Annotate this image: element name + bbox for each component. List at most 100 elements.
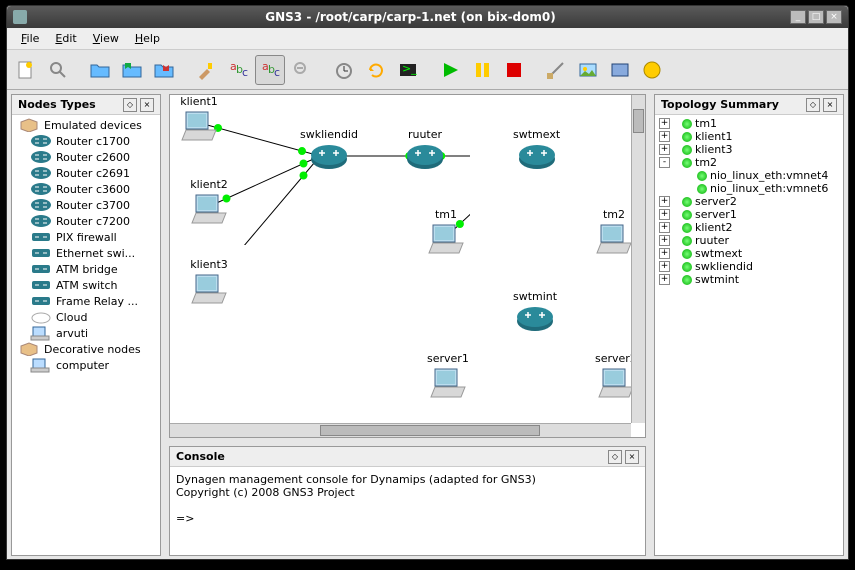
status-dot-icon xyxy=(697,184,707,194)
node-type-item[interactable]: PIX firewall xyxy=(28,229,158,245)
expand-toggle[interactable]: + xyxy=(659,222,670,233)
node-type-item[interactable]: Router c7200 xyxy=(28,213,158,229)
topology-item[interactable]: +klient2 xyxy=(657,221,841,234)
expand-toggle[interactable]: + xyxy=(659,131,670,142)
menu-bar: File Edit View Help xyxy=(7,28,848,50)
emulated-devices-category[interactable]: Emulated devices xyxy=(16,117,158,133)
expand-toggle[interactable]: + xyxy=(659,196,670,207)
decorative-nodes-category[interactable]: Decorative nodes xyxy=(16,341,158,357)
expand-toggle[interactable]: + xyxy=(659,261,670,272)
topology-child-item[interactable]: nio_linux_eth:vmnet6 xyxy=(695,182,841,195)
label-button[interactable]: abc xyxy=(223,55,253,85)
node-type-item[interactable]: computer xyxy=(28,357,158,373)
node-type-item[interactable]: Ethernet swi... xyxy=(28,245,158,261)
expand-toggle[interactable]: + xyxy=(659,118,670,129)
refresh-button[interactable] xyxy=(361,55,391,85)
topology-item[interactable]: +server1 xyxy=(657,208,841,221)
topology-item[interactable]: +tm1 xyxy=(657,117,841,130)
box-icon xyxy=(18,342,40,356)
node-type-item[interactable]: Router c1700 xyxy=(28,133,158,149)
circle-button[interactable] xyxy=(637,55,667,85)
rectangle-button[interactable] xyxy=(605,55,635,85)
new-file-button[interactable] xyxy=(11,55,41,85)
panel-detach-button[interactable]: ◇ xyxy=(123,98,137,112)
canvas-node-ruuter[interactable]: ruuter xyxy=(405,128,445,174)
topology-close-button[interactable]: × xyxy=(823,98,837,112)
canvas-scrollbar-horizontal[interactable] xyxy=(170,423,631,437)
canvas-node-klient3[interactable]: klient3 xyxy=(190,258,228,310)
node-label: tm1 xyxy=(435,208,457,221)
canvas-node-swtmint[interactable]: swtmint xyxy=(513,290,557,336)
node-type-item[interactable]: Frame Relay ... xyxy=(28,293,158,309)
canvas-node-swkliendid[interactable]: swkliendid xyxy=(300,128,358,174)
minimize-button[interactable]: _ xyxy=(790,10,806,24)
node-type-item[interactable]: Router c2600 xyxy=(28,149,158,165)
svg-text:c: c xyxy=(242,66,248,79)
node-type-item[interactable]: arvuti xyxy=(28,325,158,341)
maximize-button[interactable]: □ xyxy=(808,10,824,24)
topology-item[interactable]: +klient1 xyxy=(657,130,841,143)
pause-button[interactable] xyxy=(467,55,497,85)
pc-icon xyxy=(190,193,228,230)
node-type-item[interactable]: ATM bridge xyxy=(28,261,158,277)
stop-button[interactable] xyxy=(499,55,529,85)
topology-item[interactable]: +server2 xyxy=(657,195,841,208)
menu-edit[interactable]: Edit xyxy=(47,30,84,47)
console-close-button[interactable]: × xyxy=(625,450,639,464)
title-bar[interactable]: GNS3 - /root/carp/carp-1.net (on bix-dom… xyxy=(7,6,848,28)
open-button[interactable] xyxy=(85,55,115,85)
save-button[interactable] xyxy=(117,55,147,85)
topology-child-item[interactable]: nio_linux_eth:vmnet4 xyxy=(695,169,841,182)
node-label: klient1 xyxy=(180,95,218,108)
node-type-item[interactable]: ATM switch xyxy=(28,277,158,293)
play-button[interactable] xyxy=(435,55,465,85)
panel-close-button[interactable]: × xyxy=(140,98,154,112)
node-label: klient3 xyxy=(190,258,228,271)
zoom-button[interactable] xyxy=(43,55,73,85)
node-type-item[interactable]: Router c3700 xyxy=(28,197,158,213)
zoom-out-button[interactable] xyxy=(287,55,317,85)
status-dot-icon xyxy=(682,223,692,233)
expand-toggle[interactable]: + xyxy=(659,209,670,220)
topology-item[interactable]: +ruuter xyxy=(657,234,841,247)
canvas-node-tm2[interactable]: tm2 xyxy=(595,208,633,260)
topology-canvas[interactable]: klient1 klient2 klient3 swkliendid ruuter swt… xyxy=(169,94,646,438)
terminal-button[interactable]: >_ xyxy=(393,55,423,85)
atm-icon xyxy=(30,278,52,292)
topology-item[interactable]: +klient3 xyxy=(657,143,841,156)
canvas-node-swtmext[interactable]: swtmext xyxy=(513,128,560,174)
expand-toggle[interactable]: + xyxy=(659,274,670,285)
menu-file[interactable]: File xyxy=(13,30,47,47)
pc-icon xyxy=(595,223,633,260)
canvas-node-klient1[interactable]: klient1 xyxy=(180,95,218,147)
node-type-item[interactable]: Cloud xyxy=(28,309,158,325)
label-selected-button[interactable]: abc xyxy=(255,55,285,85)
expand-toggle[interactable]: - xyxy=(659,157,670,168)
brush-button[interactable] xyxy=(191,55,221,85)
export-button[interactable] xyxy=(149,55,179,85)
menu-view[interactable]: View xyxy=(85,30,127,47)
console-detach-button[interactable]: ◇ xyxy=(608,450,622,464)
draw-line-button[interactable] xyxy=(541,55,571,85)
node-type-item[interactable]: Router c3600 xyxy=(28,181,158,197)
canvas-scrollbar-vertical[interactable] xyxy=(631,95,645,423)
expand-toggle[interactable]: + xyxy=(659,235,670,246)
close-button[interactable]: × xyxy=(826,10,842,24)
canvas-node-klient2[interactable]: klient2 xyxy=(190,178,228,230)
menu-help[interactable]: Help xyxy=(127,30,168,47)
topology-item[interactable]: +swtmint xyxy=(657,273,841,286)
timer-button[interactable] xyxy=(329,55,359,85)
topology-item[interactable]: +swtmext xyxy=(657,247,841,260)
topology-detach-button[interactable]: ◇ xyxy=(806,98,820,112)
topology-item[interactable]: +swkliendid xyxy=(657,260,841,273)
canvas-node-server1[interactable]: server1 xyxy=(427,352,469,404)
expand-toggle[interactable]: + xyxy=(659,144,670,155)
box-icon xyxy=(18,118,40,132)
insert-image-button[interactable] xyxy=(573,55,603,85)
expand-toggle[interactable]: + xyxy=(659,248,670,259)
canvas-node-tm1[interactable]: tm1 xyxy=(427,208,465,260)
topology-item[interactable]: -tm2 xyxy=(657,156,841,169)
console-output[interactable]: Dynagen management console for Dynamips … xyxy=(170,467,645,555)
toolbar: abc abc >_ xyxy=(7,50,848,90)
node-type-item[interactable]: Router c2691 xyxy=(28,165,158,181)
